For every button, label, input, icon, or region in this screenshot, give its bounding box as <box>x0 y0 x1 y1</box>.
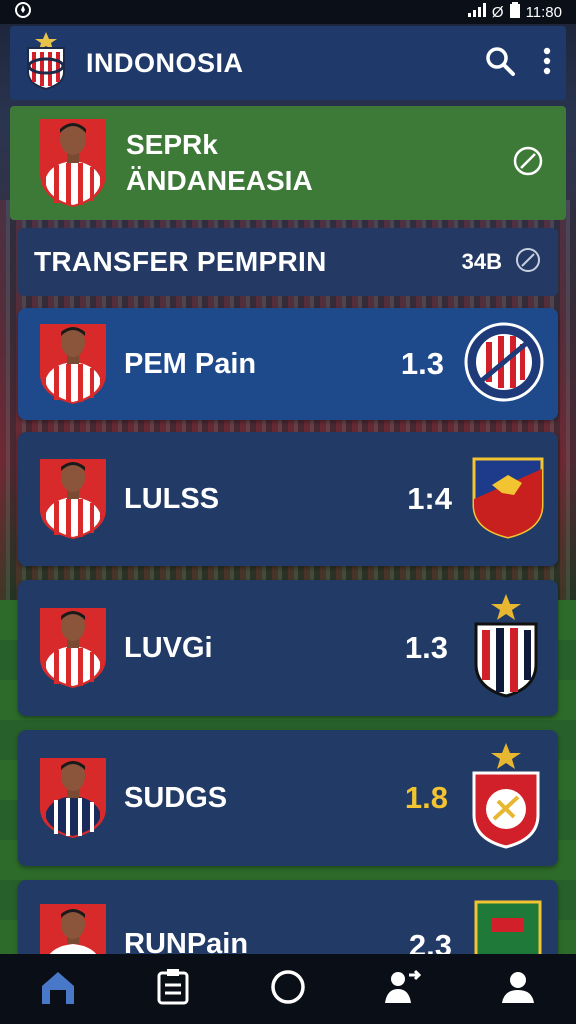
app-notification-icon <box>14 1 32 23</box>
circle-icon <box>269 968 307 1011</box>
clipboard-icon <box>157 968 189 1010</box>
player-avatar-icon <box>38 900 108 960</box>
club-crest-icon <box>472 898 544 960</box>
featured-line-1: SEPRk <box>126 129 218 160</box>
player-rating: 1.3 <box>404 630 448 665</box>
club-crest-icon <box>468 593 544 703</box>
transfer-label: TRANSFER PEMPRIN <box>34 246 327 277</box>
player-avatar-icon <box>38 604 108 693</box>
bottom-navigation <box>0 954 576 1024</box>
club-crest-icon <box>468 742 544 854</box>
page-title: INDONOSIA <box>86 47 244 78</box>
player-row[interactable]: PEM Pain 1.3 <box>18 308 558 420</box>
featured-player-name: SEPRk ÄNDANEASIA <box>126 127 313 199</box>
slash-circle-icon[interactable] <box>514 246 542 279</box>
club-crest-icon <box>472 455 544 544</box>
nav-lineup[interactable] <box>143 964 203 1014</box>
transfer-icon <box>383 969 423 1010</box>
club-crest-icon <box>464 322 544 407</box>
battery-icon <box>509 2 520 22</box>
stadium-icon <box>40 970 76 1009</box>
player-row[interactable]: RUNPain 2.3 <box>18 880 558 960</box>
signal-icon <box>467 3 486 21</box>
slash-circle-icon[interactable] <box>512 145 544 182</box>
player-avatar-icon <box>38 455 108 544</box>
app-bar: INDONOSIA <box>10 26 566 100</box>
player-row[interactable]: SUDGS 1.8 <box>18 730 558 866</box>
more-vert-icon[interactable] <box>542 46 552 81</box>
player-avatar-icon <box>38 320 108 409</box>
player-name: LULSS <box>124 482 220 515</box>
nav-home[interactable] <box>28 964 88 1014</box>
player-name: PEM Pain <box>124 347 257 380</box>
player-row[interactable]: LUVGi 1.3 <box>18 580 558 716</box>
network-label: Ø <box>491 3 504 21</box>
player-avatar-icon <box>38 115 108 212</box>
featured-line-2: ÄNDANEASIA <box>126 165 313 196</box>
profile-icon <box>500 969 536 1010</box>
player-avatar-icon <box>38 754 108 843</box>
nav-transfers[interactable] <box>373 964 433 1014</box>
nav-profile[interactable] <box>488 964 548 1014</box>
status-bar: Ø 11:80 <box>0 0 576 24</box>
player-rating: 1.3 <box>400 346 444 381</box>
nav-center[interactable] <box>258 964 318 1014</box>
transfer-count: 34B <box>461 249 502 274</box>
clock: 11:80 <box>525 3 562 21</box>
player-name: LUVGi <box>124 631 213 664</box>
search-icon[interactable] <box>484 45 516 82</box>
transfer-section-header[interactable]: TRANSFER PEMPRIN 34B <box>18 228 558 296</box>
player-row[interactable]: LULSS 1:4 <box>18 432 558 566</box>
player-name: SUDGS <box>124 781 228 814</box>
featured-player-banner[interactable]: SEPRk ÄNDANEASIA <box>10 106 566 220</box>
player-rating: 1:4 <box>407 481 452 516</box>
club-logo-icon[interactable] <box>24 31 68 95</box>
player-rating: 1.8 <box>404 780 448 815</box>
